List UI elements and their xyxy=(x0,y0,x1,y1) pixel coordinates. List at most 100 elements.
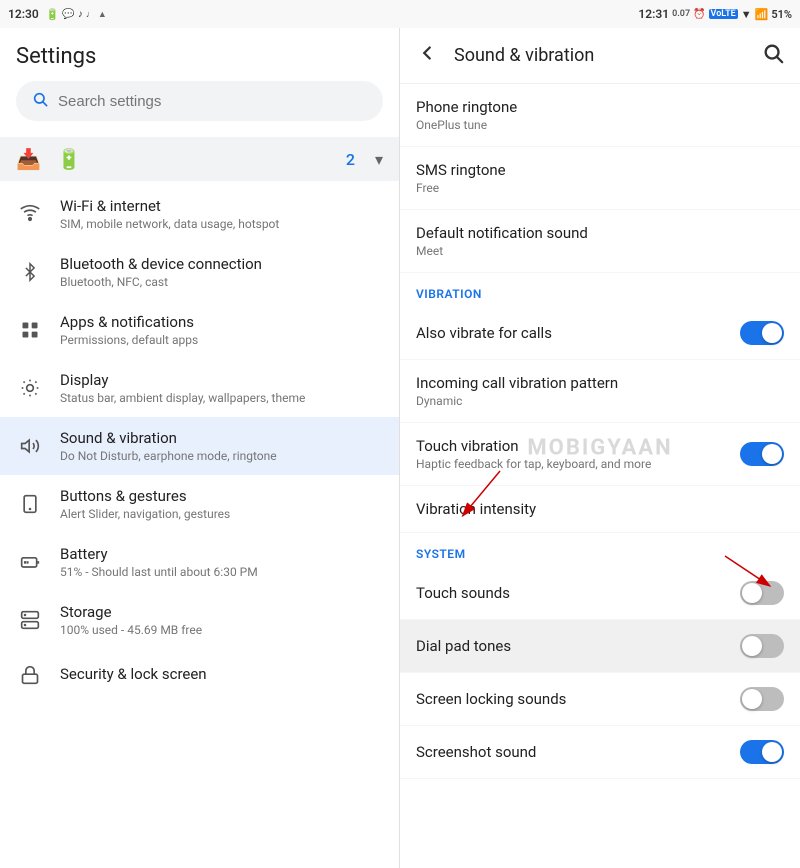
chevron-down-icon: ▾ xyxy=(375,150,383,169)
touch-vibration-toggle[interactable] xyxy=(740,442,784,466)
sidebar-item-display[interactable]: Display Status bar, ambient display, wal… xyxy=(0,359,399,417)
security-icon xyxy=(16,661,44,689)
badge-count: 2 xyxy=(346,150,355,169)
storage-item-subtitle: 100% used - 45.69 MB free xyxy=(60,623,383,637)
vibrate-calls-text: Also vibrate for calls xyxy=(416,324,740,342)
apps-item-text: Apps & notifications Permissions, defaul… xyxy=(60,313,383,347)
buttons-icon xyxy=(16,490,44,518)
back-button[interactable] xyxy=(416,42,438,69)
status-bar-right: 12:31 0.07 ⏰ VoLTE ▼ 📶 51% xyxy=(400,0,800,28)
whatsapp-icon: 💬 xyxy=(62,9,74,20)
system-section-header: SYSTEM xyxy=(400,533,800,567)
bluetooth-item-subtitle: Bluetooth, NFC, cast xyxy=(60,275,383,289)
vibration-pattern-item[interactable]: Incoming call vibration pattern Dynamic xyxy=(400,360,800,423)
music-icon: ♪ xyxy=(78,9,83,20)
touch-vibration-title: Touch vibration xyxy=(416,437,740,455)
buttons-item-title: Buttons & gestures xyxy=(60,487,383,505)
search-icon xyxy=(32,91,48,111)
security-item-text: Security & lock screen xyxy=(60,665,383,685)
alarm-icon: ⏰ xyxy=(693,9,705,20)
battery-icon: 🔋 xyxy=(46,8,60,21)
notification-sound-title: Default notification sound xyxy=(416,224,784,242)
search-button[interactable] xyxy=(762,42,784,69)
battery-item-text: Battery 51% - Should last until about 6:… xyxy=(60,545,383,579)
touch-vibration-text: Touch vibration Haptic feedback for tap,… xyxy=(416,437,740,471)
settings-list: Wi-Fi & internet SIM, mobile network, da… xyxy=(0,185,399,868)
dial-pad-tones-text: Dial pad tones xyxy=(416,637,740,655)
badge-icon-1: 📥 xyxy=(16,147,41,171)
phone-ringtone-value: OnePlus tune xyxy=(416,118,784,132)
dolby-icon: ▲ xyxy=(98,9,107,20)
vibration-pattern-value: Dynamic xyxy=(416,394,784,408)
dial-pad-tones-toggle[interactable] xyxy=(740,634,784,658)
right-header: Sound & vibration xyxy=(400,28,800,84)
vibration-pattern-title: Incoming call vibration pattern xyxy=(416,374,784,392)
screenshot-sound-toggle[interactable] xyxy=(740,740,784,764)
apps-item-title: Apps & notifications xyxy=(60,313,383,331)
sidebar-item-buttons[interactable]: Buttons & gestures Alert Slider, navigat… xyxy=(0,475,399,533)
notification-sound-item[interactable]: Default notification sound Meet xyxy=(400,210,800,273)
touch-sounds-toggle[interactable] xyxy=(740,581,784,605)
touch-sounds-item[interactable]: Touch sounds xyxy=(400,567,800,620)
buttons-item-text: Buttons & gestures Alert Slider, navigat… xyxy=(60,487,383,521)
touch-sounds-title: Touch sounds xyxy=(416,584,740,602)
security-item-title: Security & lock screen xyxy=(60,665,383,683)
wifi-item-subtitle: SIM, mobile network, data usage, hotspot xyxy=(60,217,383,231)
badge-icon-2: 🔋 xyxy=(57,147,82,171)
vibrate-calls-toggle[interactable] xyxy=(740,321,784,345)
screen-locking-sounds-item[interactable]: Screen locking sounds xyxy=(400,673,800,726)
storage-item-text: Storage 100% used - 45.69 MB free xyxy=(60,603,383,637)
sms-ringtone-item[interactable]: SMS ringtone Free xyxy=(400,147,800,210)
apps-icon xyxy=(16,316,44,344)
sidebar-item-bluetooth[interactable]: Bluetooth & device connection Bluetooth,… xyxy=(0,243,399,301)
time-left: 12:30 xyxy=(8,7,39,21)
display-item-subtitle: Status bar, ambient display, wallpapers,… xyxy=(60,391,383,405)
storage-item-title: Storage xyxy=(60,603,383,621)
phone-ringtone-title: Phone ringtone xyxy=(416,98,784,116)
sidebar-item-security[interactable]: Security & lock screen xyxy=(0,649,399,701)
sidebar-item-battery[interactable]: Battery 51% - Should last until about 6:… xyxy=(0,533,399,591)
badge-row[interactable]: 📥 🔋 2 ▾ xyxy=(0,137,399,181)
sidebar-item-wifi[interactable]: Wi-Fi & internet SIM, mobile network, da… xyxy=(0,185,399,243)
left-header: Settings xyxy=(0,28,399,137)
dial-pad-tones-item[interactable]: Dial pad tones xyxy=(400,620,800,673)
touch-vibration-item[interactable]: Touch vibration Haptic feedback for tap,… xyxy=(400,423,800,486)
tiktok-icon: ♩ xyxy=(86,9,95,20)
battery-percent: 51% xyxy=(771,8,792,21)
sidebar-item-apps[interactable]: Apps & notifications Permissions, defaul… xyxy=(0,301,399,359)
dial-pad-tones-title: Dial pad tones xyxy=(416,637,740,655)
sound-item-text: Sound & vibration Do Not Disturb, earpho… xyxy=(60,429,383,463)
notification-sound-value: Meet xyxy=(416,244,784,258)
display-item-text: Display Status bar, ambient display, wal… xyxy=(60,371,383,405)
battery-icon xyxy=(16,548,44,576)
sound-item-title: Sound & vibration xyxy=(60,429,383,447)
speed-icon: 0.07 xyxy=(672,9,690,19)
wifi-icon: ▼ xyxy=(741,8,752,21)
screenshot-sound-title: Screenshot sound xyxy=(416,743,740,761)
phone-ringtone-item[interactable]: Phone ringtone OnePlus tune xyxy=(400,84,800,147)
sidebar-item-sound[interactable]: Sound & vibration Do Not Disturb, earpho… xyxy=(0,417,399,475)
bluetooth-item-text: Bluetooth & device connection Bluetooth,… xyxy=(60,255,383,289)
vibration-intensity-title: Vibration intensity xyxy=(416,500,784,518)
vibration-section-header: VIBRATION xyxy=(400,273,800,307)
vibrate-calls-title: Also vibrate for calls xyxy=(416,324,740,342)
right-panel-wrapper: Sound & vibration Phone ringtone OnePlus… xyxy=(400,28,800,868)
main-container: Settings 📥 🔋 2 ▾ xyxy=(0,28,800,868)
screen-locking-sounds-toggle[interactable] xyxy=(740,687,784,711)
buttons-item-subtitle: Alert Slider, navigation, gestures xyxy=(60,507,383,521)
search-input[interactable] xyxy=(58,93,367,110)
sms-ringtone-title: SMS ringtone xyxy=(416,161,784,179)
volte-icon: VoLTE xyxy=(709,9,738,19)
touch-sounds-text: Touch sounds xyxy=(416,584,740,602)
vibrate-calls-item[interactable]: Also vibrate for calls xyxy=(400,307,800,360)
right-panel: Sound & vibration Phone ringtone OnePlus… xyxy=(400,28,800,868)
bluetooth-icon xyxy=(16,258,44,286)
status-bar: 12:30 🔋 💬 ♪ ♩ ▲ 12:31 0.07 ⏰ VoLTE ▼ 📶 5… xyxy=(0,0,800,28)
vibration-intensity-item[interactable]: Vibration intensity xyxy=(400,486,800,533)
screen-locking-sounds-title: Screen locking sounds xyxy=(416,690,740,708)
sidebar-item-storage[interactable]: Storage 100% used - 45.69 MB free xyxy=(0,591,399,649)
touch-vibration-subtitle: Haptic feedback for tap, keyboard, and m… xyxy=(416,457,740,471)
wifi-item-text: Wi-Fi & internet SIM, mobile network, da… xyxy=(60,197,383,231)
screenshot-sound-item[interactable]: Screenshot sound xyxy=(400,726,800,779)
search-bar[interactable] xyxy=(16,81,383,121)
